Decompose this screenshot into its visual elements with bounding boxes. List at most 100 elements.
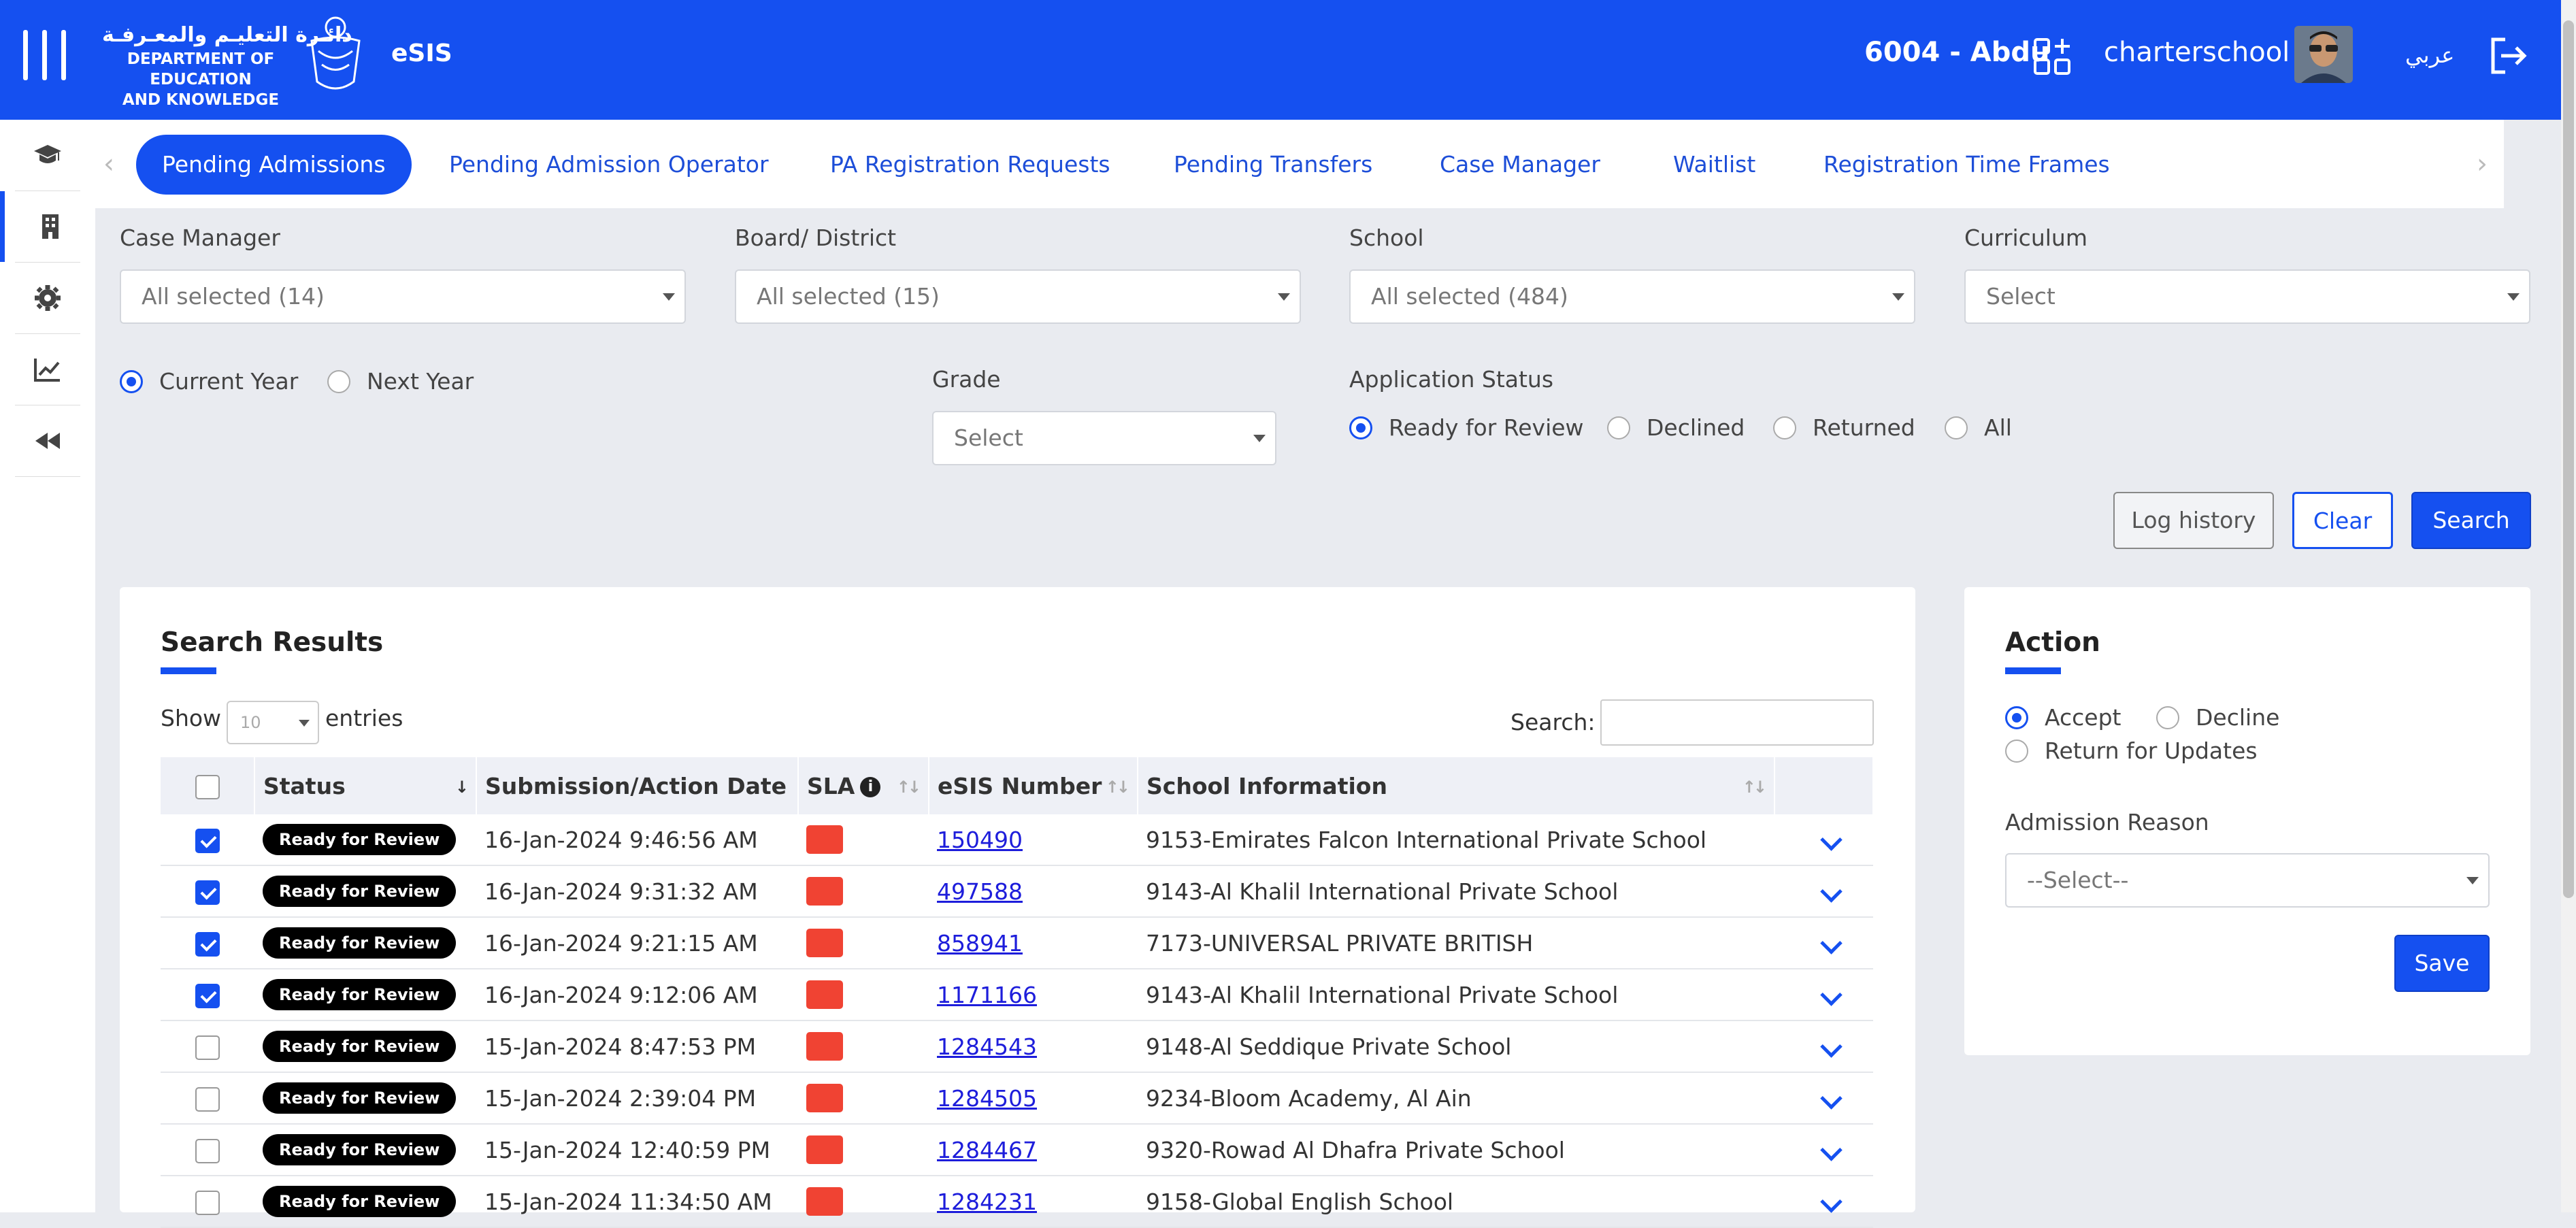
- school-code[interactable]: 6004 - Abdu: [1864, 37, 2062, 68]
- sidebar-item-reports[interactable]: [0, 334, 95, 405]
- curriculum-select[interactable]: Select: [1964, 269, 2530, 324]
- clear-button[interactable]: Clear: [2292, 492, 2393, 549]
- table-row[interactable]: Ready for Review 16-Jan-2024 9:21:15 AM 85…: [161, 917, 1873, 969]
- save-button[interactable]: Save: [2394, 935, 2490, 992]
- esis-number-link[interactable]: 497588: [937, 878, 1023, 905]
- column-header-school-information[interactable]: School Information ↑↓: [1138, 757, 1775, 814]
- sidebar-item-collapse[interactable]: [0, 405, 95, 476]
- esis-number-link[interactable]: 1284467: [937, 1137, 1037, 1163]
- sla-cell: [798, 1072, 929, 1125]
- search-button[interactable]: Search: [2411, 492, 2531, 549]
- sidebar-item-settings[interactable]: [0, 263, 95, 333]
- esis-number-link[interactable]: 1171166: [937, 982, 1037, 1008]
- sort-icon[interactable]: ↑↓: [1106, 778, 1130, 797]
- sort-desc-icon[interactable]: ↓: [455, 778, 469, 797]
- chevron-down-icon[interactable]: [1820, 1138, 1843, 1161]
- tab-pending-transfers[interactable]: Pending Transfers: [1174, 135, 1372, 195]
- avatar[interactable]: [2294, 26, 2353, 83]
- decline-radio[interactable]: Decline: [2156, 704, 2279, 731]
- chevron-down-icon[interactable]: [1820, 828, 1843, 851]
- sort-icon[interactable]: ↑↓: [1743, 778, 1767, 797]
- table-row[interactable]: Ready for Review 16-Jan-2024 9:12:06 AM 11…: [161, 969, 1873, 1021]
- current-year-radio[interactable]: Current Year: [120, 368, 298, 395]
- language-toggle[interactable]: عربي: [2405, 42, 2454, 68]
- sidebar-item-academics[interactable]: [0, 120, 95, 190]
- menu-icon[interactable]: [23, 30, 67, 80]
- tab-pa-registration-requests[interactable]: PA Registration Requests: [830, 135, 1110, 195]
- chevron-down-icon[interactable]: [1820, 1086, 1843, 1110]
- table-row[interactable]: Ready for Review 15-Jan-2024 8:47:53 PM 12…: [161, 1020, 1873, 1073]
- tabs-scroll-left-icon[interactable]: ‹: [103, 148, 114, 180]
- table-row[interactable]: Ready for Review 15-Jan-2024 12:40:59 PM 1…: [161, 1124, 1873, 1176]
- case-manager-select[interactable]: All selected (14): [120, 269, 686, 324]
- chevron-down-icon[interactable]: [1820, 1190, 1843, 1213]
- logout-icon[interactable]: [2488, 35, 2528, 76]
- sidebar-item-schools[interactable]: [0, 191, 95, 262]
- page-size-select[interactable]: 10: [227, 701, 319, 744]
- esis-number-link[interactable]: 1284231: [937, 1189, 1037, 1215]
- row-checkbox[interactable]: [195, 1190, 220, 1215]
- esis-number-link[interactable]: 1284505: [937, 1085, 1037, 1112]
- row-checkbox[interactable]: [195, 1035, 220, 1060]
- row-checkbox[interactable]: [195, 931, 220, 957]
- chevron-down-icon[interactable]: [1820, 931, 1843, 955]
- tab-waitlist[interactable]: Waitlist: [1673, 135, 1755, 195]
- status-returned-radio[interactable]: Returned: [1773, 414, 1915, 441]
- sla-indicator: [806, 825, 843, 854]
- apps-grid-icon[interactable]: [2033, 37, 2071, 76]
- status-badge: Ready for Review: [263, 1134, 457, 1165]
- column-header-sla[interactable]: SLA i ↑↓: [798, 757, 929, 814]
- row-checkbox[interactable]: [195, 828, 220, 853]
- results-table: Status ↓ Submission/Action Date SLA i ↑↓ eS…: [161, 757, 1874, 1228]
- chevron-down-icon[interactable]: [1820, 880, 1843, 903]
- table-row[interactable]: Ready for Review 16-Jan-2024 9:31:32 AM 49…: [161, 865, 1873, 918]
- row-select-cell: [161, 1124, 254, 1176]
- tab-pending-admissions[interactable]: Pending Admissions: [136, 135, 412, 195]
- tab-registration-time-frames[interactable]: Registration Time Frames: [1823, 135, 2110, 195]
- table-row[interactable]: Ready for Review 16-Jan-2024 9:46:56 AM 15…: [161, 814, 1873, 866]
- row-checkbox[interactable]: [195, 1086, 220, 1112]
- status-ready-for-review-radio[interactable]: Ready for Review: [1349, 414, 1584, 441]
- page-scrollbar-thumb[interactable]: [2563, 20, 2574, 898]
- board-district-select[interactable]: All selected (15): [735, 269, 1301, 324]
- esis-number-link[interactable]: 858941: [937, 930, 1023, 957]
- table-row[interactable]: Ready for Review 15-Jan-2024 2:39:04 PM 12…: [161, 1072, 1873, 1125]
- info-icon[interactable]: i: [860, 777, 881, 797]
- admission-reason-select[interactable]: --Select--: [2005, 853, 2490, 908]
- submission-date-cell: 15-Jan-2024 8:47:53 PM: [476, 1020, 798, 1073]
- chevron-down-icon[interactable]: [1820, 1035, 1843, 1058]
- esis-number-link[interactable]: 150490: [937, 827, 1023, 853]
- status-cell: Ready for Review: [254, 917, 476, 969]
- table-row[interactable]: Ready for Review 15-Jan-2024 11:34:50 AM 1…: [161, 1176, 1873, 1228]
- school-select[interactable]: All selected (484): [1349, 269, 1915, 324]
- row-checkbox[interactable]: [195, 983, 220, 1008]
- column-header-esis-number[interactable]: eSIS Number ↑↓: [929, 757, 1138, 814]
- accept-radio[interactable]: Accept: [2005, 704, 2121, 731]
- select-all-checkbox[interactable]: [195, 774, 220, 799]
- row-checkbox[interactable]: [195, 1138, 220, 1163]
- submission-date-cell: 16-Jan-2024 9:21:15 AM: [476, 917, 798, 969]
- status-all-radio[interactable]: All: [1945, 414, 2012, 441]
- column-header-submission-date[interactable]: Submission/Action Date: [476, 757, 799, 814]
- sort-icon[interactable]: ↑↓: [897, 778, 921, 797]
- row-select-cell: [161, 865, 254, 918]
- column-header-status[interactable]: Status ↓: [254, 757, 477, 814]
- row-select-cell: [161, 814, 254, 866]
- tab-case-manager[interactable]: Case Manager: [1440, 135, 1600, 195]
- status-declined-radio[interactable]: Declined: [1607, 414, 1745, 441]
- row-checkbox[interactable]: [195, 880, 220, 905]
- row-select-cell: [161, 1020, 254, 1073]
- table-search-input[interactable]: [1600, 699, 1874, 746]
- tabs-scroll-right-icon[interactable]: ›: [2477, 148, 2488, 180]
- tab-pending-admission-operator[interactable]: Pending Admission Operator: [449, 135, 769, 195]
- chevron-down-icon[interactable]: [1820, 983, 1843, 1006]
- sla-indicator: [806, 1187, 843, 1216]
- return-for-updates-radio[interactable]: Return for Updates: [2005, 737, 2258, 764]
- expand-cell: [1774, 917, 1873, 969]
- sla-cell: [798, 814, 929, 866]
- grade-select[interactable]: Select: [932, 411, 1276, 465]
- username[interactable]: charterschool: [2104, 37, 2290, 68]
- esis-number-link[interactable]: 1284543: [937, 1033, 1037, 1060]
- next-year-radio[interactable]: Next Year: [327, 368, 474, 395]
- log-history-button[interactable]: Log history: [2113, 492, 2274, 549]
